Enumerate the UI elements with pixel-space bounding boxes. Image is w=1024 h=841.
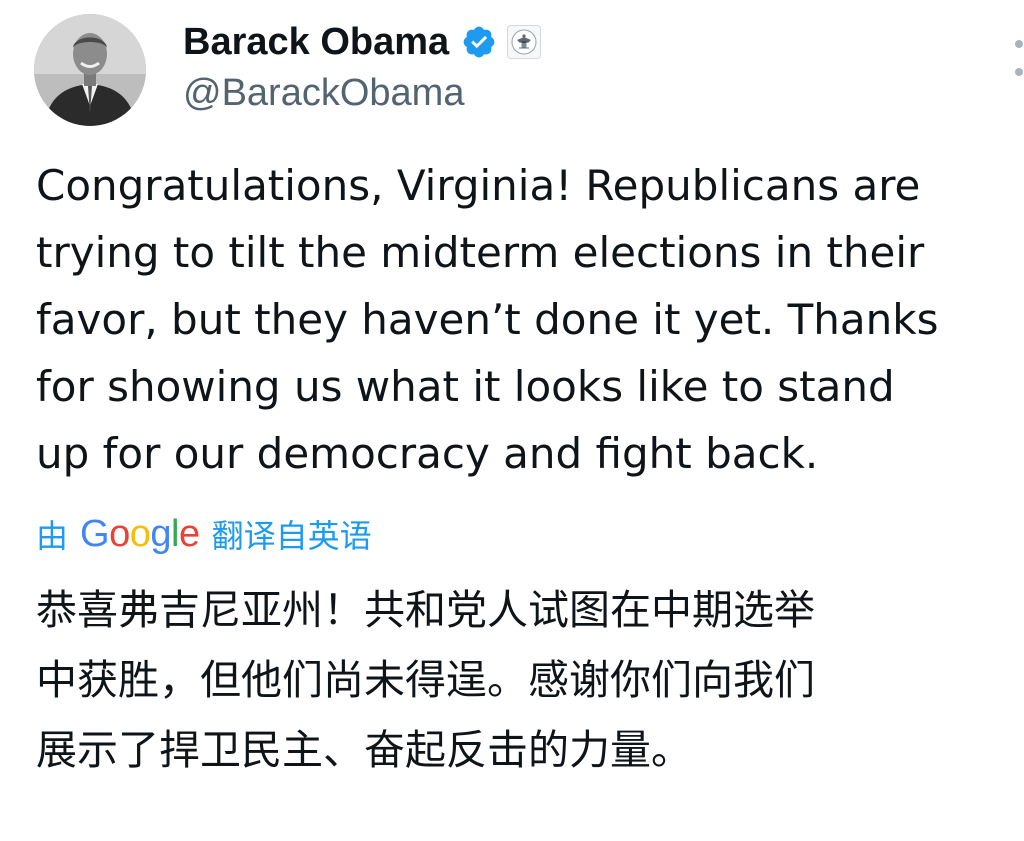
tweet-text-line: for showing us what it looks like to sta… bbox=[36, 362, 895, 411]
government-seal-icon[interactable] bbox=[507, 25, 542, 59]
author-handle[interactable]: @BarackObama bbox=[183, 70, 464, 116]
profile-photo-image bbox=[34, 14, 146, 126]
verified-checkmark-icon[interactable] bbox=[461, 24, 497, 60]
google-logo: Google bbox=[80, 512, 200, 555]
author-display-name[interactable]: Barack Obama bbox=[183, 18, 449, 66]
translate-prefix: 由 bbox=[36, 517, 69, 555]
translated-text-line: 恭喜弗吉尼亚州！共和党人试图在中期选举 bbox=[36, 586, 815, 634]
translated-text-line: 展示了捍卫民主、奋起反击的力量。 bbox=[36, 726, 692, 774]
more-options-icon[interactable] bbox=[1012, 40, 1024, 76]
tweet-text-line: up for our democracy and fight back. bbox=[36, 429, 819, 478]
tweet-text-line: Congratulations, Virginia! Republicans a… bbox=[36, 161, 921, 210]
avatar[interactable] bbox=[34, 14, 146, 126]
translate-suffix: 翻译自英语 bbox=[211, 517, 372, 555]
author-name-row: Barack Obama bbox=[183, 18, 542, 66]
tweet: Barack Obama @BarackObama Congratulation… bbox=[0, 0, 1024, 841]
translated-text-line: 中获胜，但他们尚未得逞。感谢你们向我们 bbox=[36, 656, 815, 704]
translated-text: 恭喜弗吉尼亚州！共和党人试图在中期选举 中获胜，但他们尚未得逞。感谢你们向我们 … bbox=[36, 575, 1024, 785]
tweet-text-line: trying to tilt the midterm elections in … bbox=[36, 228, 925, 277]
tweet-text-line: favor, but they haven’t done it yet. Tha… bbox=[36, 295, 939, 344]
translated-by-google-link[interactable]: 由 Google 翻译自英语 bbox=[36, 510, 372, 558]
tweet-text: Congratulations, Virginia! Republicans a… bbox=[36, 152, 1024, 487]
